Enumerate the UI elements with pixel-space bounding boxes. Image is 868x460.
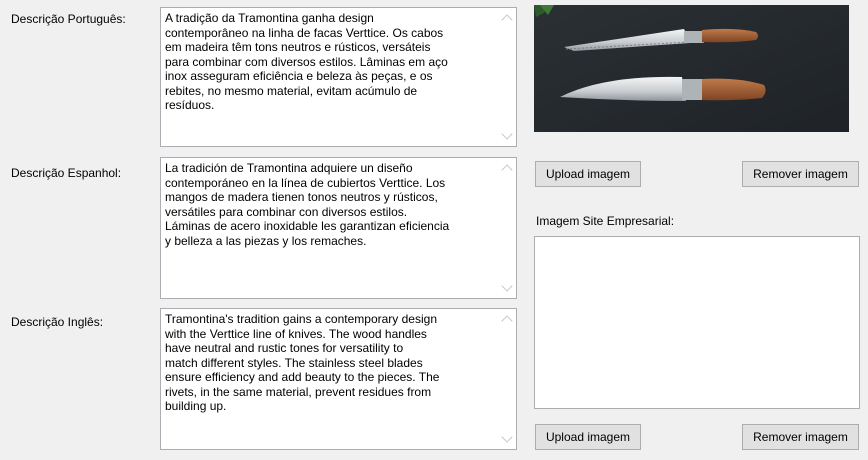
textarea-text: A tradição da Tramontina ganha design co… bbox=[165, 11, 448, 112]
upload-site-image-button[interactable]: Upload imagem bbox=[535, 424, 641, 450]
label-descricao-ingles: Descrição Inglês: bbox=[11, 315, 104, 329]
textarea-descricao-portugues[interactable]: A tradição da Tramontina ganha design co… bbox=[160, 7, 517, 147]
label-descricao-portugues: Descrição Português: bbox=[11, 12, 126, 26]
site-image-placeholder bbox=[534, 236, 860, 409]
upload-image-button[interactable]: Upload imagem bbox=[535, 161, 641, 187]
knives-photo-icon bbox=[534, 5, 849, 132]
remove-site-image-button[interactable]: Remover imagem bbox=[742, 424, 859, 450]
scroll-up-icon[interactable] bbox=[501, 14, 513, 26]
textarea-text: Tramontina's tradition gains a contempor… bbox=[165, 312, 440, 413]
product-image-knives bbox=[534, 5, 849, 132]
label-descricao-espanhol: Descrição Espanhol: bbox=[11, 166, 122, 180]
label-imagem-site-empresarial: Imagem Site Empresarial: bbox=[536, 214, 675, 228]
remove-image-button[interactable]: Remover imagem bbox=[742, 161, 859, 187]
scroll-up-icon[interactable] bbox=[501, 315, 513, 327]
scroll-down-icon[interactable] bbox=[501, 431, 513, 443]
textarea-text: La tradición de Tramontina adquiere un d… bbox=[165, 161, 450, 248]
textarea-descricao-espanhol[interactable]: La tradición de Tramontina adquiere un d… bbox=[160, 157, 517, 299]
scroll-down-icon[interactable] bbox=[501, 280, 513, 292]
vertical-scrollbar[interactable] bbox=[499, 158, 516, 298]
vertical-scrollbar[interactable] bbox=[499, 309, 516, 449]
scroll-down-icon[interactable] bbox=[501, 128, 513, 140]
scroll-up-icon[interactable] bbox=[501, 164, 513, 176]
vertical-scrollbar[interactable] bbox=[499, 8, 516, 146]
textarea-descricao-ingles[interactable]: Tramontina's tradition gains a contempor… bbox=[160, 308, 517, 450]
